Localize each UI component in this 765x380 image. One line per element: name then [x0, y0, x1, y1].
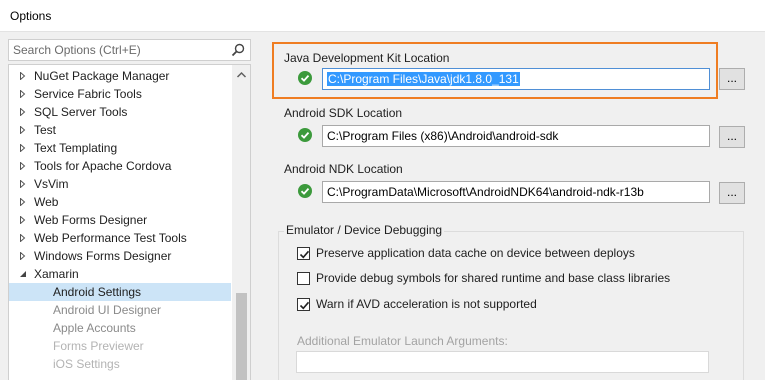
tree-item-forms-previewer[interactable]: Forms Previewer	[9, 337, 231, 355]
tree-item-text-templating[interactable]: Text Templating	[9, 139, 231, 157]
window-title: Options	[10, 9, 52, 23]
avd-warning-checkbox[interactable]	[297, 298, 310, 311]
tree-item-web-forms-designer[interactable]: Web Forms Designer	[9, 211, 231, 229]
sdk-browse-button[interactable]: ...	[719, 126, 745, 148]
ndk-path-text: C:\ProgramData\Microsoft\AndroidNDK64\an…	[327, 185, 644, 199]
checkmark-icon	[299, 250, 310, 259]
tree-item-web-perf-test[interactable]: Web Performance Test Tools	[9, 229, 231, 247]
tree-item-ios-settings[interactable]: iOS Settings	[9, 355, 231, 373]
emulator-args-input[interactable]	[296, 351, 709, 373]
jdk-path-text: C:\Program Files\Java\jdk1.8.0_131	[327, 72, 520, 86]
sdk-path-input[interactable]: C:\Program Files (x86)\Android\android-s…	[322, 125, 710, 147]
title-bar: Options	[0, 0, 765, 32]
tree-item-cordova[interactable]: Tools for Apache Cordova	[9, 157, 231, 175]
expand-arrow-icon[interactable]	[19, 234, 27, 242]
expand-arrow-icon[interactable]	[19, 126, 27, 134]
tree-item-android-ui-designer[interactable]: Android UI Designer	[9, 301, 231, 319]
sdk-location-label: Android SDK Location	[284, 106, 403, 120]
tree-item-test[interactable]: Test	[9, 121, 231, 139]
search-input[interactable]	[13, 42, 227, 58]
tree-item-nuget[interactable]: NuGet Package Manager	[9, 67, 231, 85]
sdk-path-text: C:\Program Files (x86)\Android\android-s…	[327, 129, 559, 143]
expand-arrow-icon[interactable]	[19, 162, 27, 170]
jdk-location-label: Java Development Kit Location	[284, 51, 450, 65]
check-circle-icon	[298, 184, 312, 198]
emulator-group-title: Emulator / Device Debugging	[284, 223, 445, 237]
expand-arrow-icon[interactable]	[19, 144, 27, 152]
tree-item-windows-forms-designer[interactable]: Windows Forms Designer	[9, 247, 231, 265]
scrollbar-thumb[interactable]	[236, 293, 247, 380]
emulator-args-label: Additional Emulator Launch Arguments:	[297, 334, 508, 348]
expand-arrow-icon[interactable]	[19, 90, 27, 98]
ndk-location-label: Android NDK Location	[284, 162, 403, 176]
search-box[interactable]	[8, 39, 251, 61]
tree-item-web[interactable]: Web	[9, 193, 231, 211]
checkmark-icon	[299, 301, 310, 310]
options-dialog: Options NuGet Package Manager Service Fa…	[0, 0, 765, 380]
tree-item-apple-accounts[interactable]: Apple Accounts	[9, 319, 231, 337]
check-circle-icon	[298, 71, 312, 85]
tree-item-android-settings[interactable]: Android Settings	[9, 283, 231, 301]
tree-scrollbar[interactable]	[232, 65, 251, 380]
expand-arrow-icon[interactable]	[19, 180, 27, 188]
ndk-browse-button[interactable]: ...	[719, 182, 745, 204]
expand-arrow-icon[interactable]	[19, 216, 27, 224]
tree-item-service-fabric[interactable]: Service Fabric Tools	[9, 85, 231, 103]
debug-symbols-checkbox[interactable]	[297, 272, 310, 285]
ndk-path-input[interactable]: C:\ProgramData\Microsoft\AndroidNDK64\an…	[322, 181, 710, 203]
expand-arrow-icon[interactable]	[19, 108, 27, 116]
scroll-up-icon[interactable]	[232, 67, 251, 83]
tree-item-sql-server[interactable]: SQL Server Tools	[9, 103, 231, 121]
expand-arrow-icon[interactable]	[19, 252, 27, 260]
tree-item-xamarin[interactable]: Xamarin	[9, 265, 231, 283]
options-tree[interactable]: NuGet Package Manager Service Fabric Too…	[8, 64, 251, 380]
search-icon[interactable]	[230, 42, 246, 58]
preserve-cache-label: Preserve application data cache on devic…	[316, 246, 635, 260]
preserve-cache-checkbox[interactable]	[297, 247, 310, 260]
tree-item-vsvim[interactable]: VsVim	[9, 175, 231, 193]
jdk-browse-button[interactable]: ...	[719, 68, 745, 90]
debug-symbols-label: Provide debug symbols for shared runtime…	[316, 271, 671, 285]
jdk-path-input[interactable]: C:\Program Files\Java\jdk1.8.0_131	[322, 68, 710, 90]
expand-arrow-icon[interactable]	[19, 198, 27, 206]
avd-warning-label: Warn if AVD acceleration is not supporte…	[316, 297, 537, 311]
collapse-arrow-icon[interactable]	[19, 270, 27, 278]
expand-arrow-icon[interactable]	[19, 72, 27, 80]
check-circle-icon	[298, 128, 312, 142]
